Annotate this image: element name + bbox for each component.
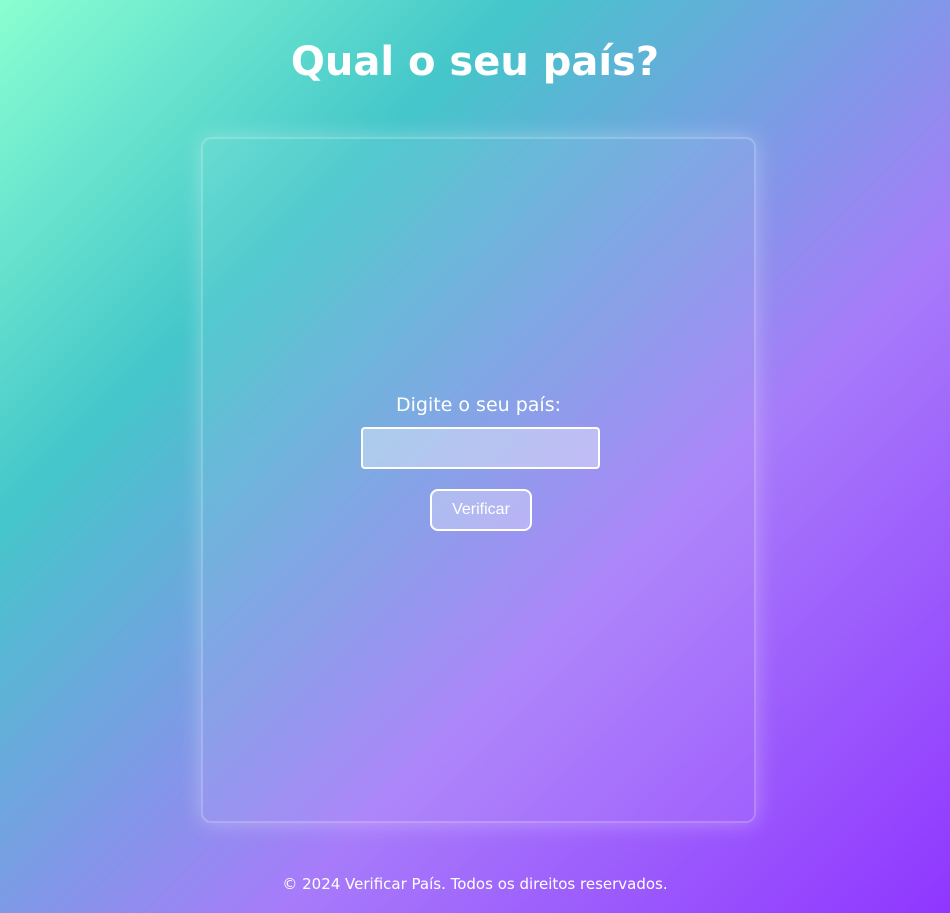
verify-button[interactable]: Verificar (430, 489, 532, 531)
country-form-card: Digite o seu país: Verificar (201, 137, 756, 823)
country-label: Digite o seu país: (395, 394, 562, 416)
footer-copyright: © 2024 Verificar País. Todos os direitos… (282, 875, 668, 893)
page-title: Qual o seu país? (290, 39, 660, 85)
country-input[interactable] (361, 427, 600, 469)
